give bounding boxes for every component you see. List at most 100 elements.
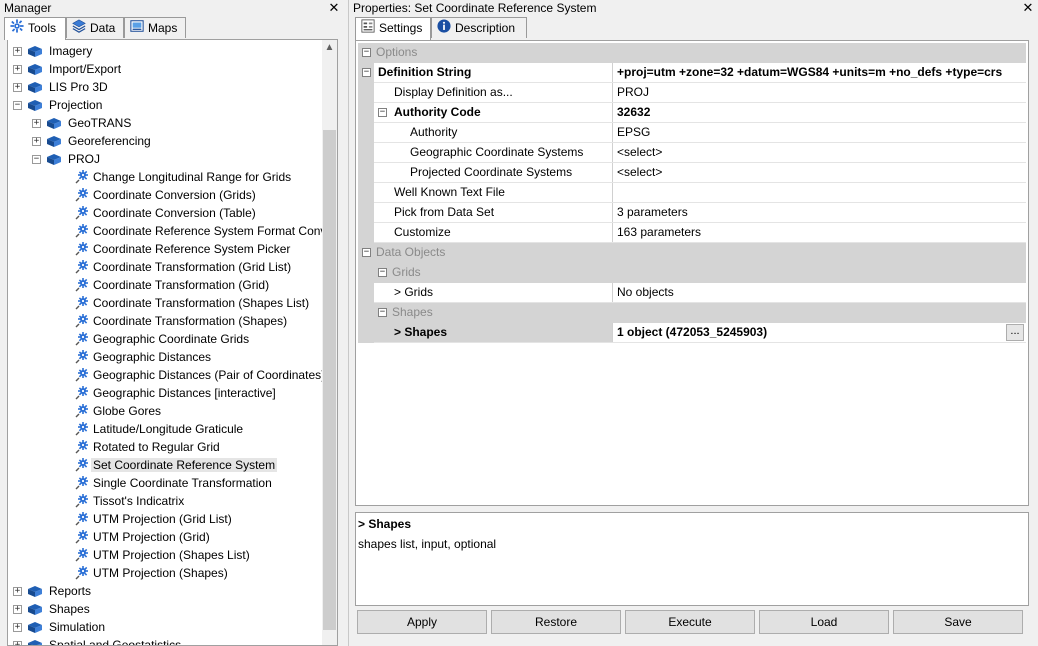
tree-item-coordinate-reference-system-picker[interactable]: Coordinate Reference System Picker bbox=[8, 240, 324, 258]
property-authority[interactable]: Authority EPSG bbox=[358, 123, 1026, 143]
tree-item-tissot-s-indicatrix[interactable]: Tissot's Indicatrix bbox=[8, 492, 324, 510]
restore-button[interactable]: Restore bbox=[491, 610, 621, 634]
property-value[interactable]: 163 parameters bbox=[612, 223, 1026, 242]
tree-item-coordinate-transformation-shapes-list[interactable]: Coordinate Transformation (Shapes List) bbox=[8, 294, 324, 312]
collapse-icon[interactable]: − bbox=[32, 155, 41, 164]
tree-item-coordinate-transformation-grid-list[interactable]: Coordinate Transformation (Grid List) bbox=[8, 258, 324, 276]
execute-button[interactable]: Execute bbox=[625, 610, 755, 634]
tree-item-coordinate-transformation-shapes[interactable]: Coordinate Transformation (Shapes) bbox=[8, 312, 324, 330]
tree-item-geographic-distances-interactive[interactable]: Geographic Distances [interactive] bbox=[8, 384, 324, 402]
expand-icon[interactable]: + bbox=[13, 587, 22, 596]
gear-icon bbox=[9, 19, 25, 39]
load-button[interactable]: Load bbox=[759, 610, 889, 634]
collapse-icon[interactable]: − bbox=[362, 68, 371, 77]
expand-icon[interactable]: + bbox=[13, 623, 22, 632]
tree-item-coordinate-transformation-grid[interactable]: Coordinate Transformation (Grid) bbox=[8, 276, 324, 294]
property-value[interactable]: PROJ bbox=[612, 83, 1026, 102]
category-data-objects[interactable]: − Data Objects bbox=[358, 243, 1026, 263]
category-options[interactable]: − Options bbox=[358, 43, 1026, 63]
collapse-icon[interactable]: − bbox=[378, 308, 387, 317]
tree-item-spatial-and-geostatistics[interactable]: + Spatial and Geostatistics bbox=[8, 636, 324, 645]
tree-item-coordinate-reference-system-format-conve[interactable]: Coordinate Reference System Format Conve bbox=[8, 222, 333, 240]
property-value[interactable]: No objects bbox=[612, 283, 1026, 302]
tree-item-rotated-to-regular-grid[interactable]: Rotated to Regular Grid bbox=[8, 438, 324, 456]
apply-button[interactable]: Apply bbox=[357, 610, 487, 634]
tree-scrollbar[interactable]: ▲ bbox=[322, 40, 337, 645]
property-value[interactable]: <select> bbox=[612, 143, 1026, 162]
properties-close-icon[interactable]: ✕ bbox=[1022, 1, 1034, 15]
property-shapes[interactable]: > Shapes 1 object (472053_5245903)... bbox=[358, 323, 1026, 343]
property-value[interactable] bbox=[612, 183, 1026, 202]
collapse-icon[interactable]: − bbox=[13, 101, 22, 110]
property-customize[interactable]: Customize 163 parameters bbox=[358, 223, 1026, 243]
expand-icon[interactable]: + bbox=[13, 605, 22, 614]
tool-tree[interactable]: + Imagery + Import/Export + LIS Pro 3D − Projec… bbox=[7, 39, 338, 646]
property-well-known-text-file[interactable]: Well Known Text File bbox=[358, 183, 1026, 203]
expand-icon[interactable]: + bbox=[13, 47, 22, 56]
property-definition-string[interactable]: − Definition String +proj=utm +zone=32 +da… bbox=[358, 63, 1026, 83]
tree-item-simulation[interactable]: + Simulation bbox=[8, 618, 324, 636]
tree-item-globe-gores[interactable]: Globe Gores bbox=[8, 402, 324, 420]
tree-item-reports[interactable]: + Reports bbox=[8, 582, 324, 600]
tree-item-utm-projection-grid-list[interactable]: UTM Projection (Grid List) bbox=[8, 510, 324, 528]
browse-button[interactable]: ... bbox=[1006, 324, 1024, 341]
property-authority-code[interactable]: − Authority Code 32632 bbox=[358, 103, 1026, 123]
tree-item-single-coordinate-transformation[interactable]: Single Coordinate Transformation bbox=[8, 474, 324, 492]
property-value[interactable]: +proj=utm +zone=32 +datum=WGS84 +units=m… bbox=[612, 63, 1026, 82]
tree-item-change-longitudinal-range-for-grids[interactable]: Change Longitudinal Range for Grids bbox=[8, 168, 324, 186]
tree-item-set-coordinate-reference-system[interactable]: Set Coordinate Reference System bbox=[8, 456, 324, 474]
property-value[interactable]: <select> bbox=[612, 163, 1026, 182]
expand-icon[interactable]: + bbox=[32, 137, 41, 146]
property-geographic-coordinate-systems[interactable]: Geographic Coordinate Systems <select> bbox=[358, 143, 1026, 163]
save-button[interactable]: Save bbox=[893, 610, 1023, 634]
tree-item-georeferencing[interactable]: + Georeferencing bbox=[8, 132, 324, 150]
tree-item-lis-pro-3d[interactable]: + LIS Pro 3D bbox=[8, 78, 324, 96]
collapse-icon[interactable]: − bbox=[362, 248, 371, 257]
property-value[interactable]: 3 parameters bbox=[612, 203, 1026, 222]
manager-title-text: Manager bbox=[4, 1, 52, 15]
property-value[interactable]: EPSG bbox=[612, 123, 1026, 142]
expand-icon[interactable]: + bbox=[13, 641, 22, 645]
property-value[interactable]: 1 object (472053_5245903) bbox=[612, 323, 1026, 342]
expand-icon[interactable]: + bbox=[13, 65, 22, 74]
tree-item-import-export[interactable]: + Import/Export bbox=[8, 60, 324, 78]
info-icon bbox=[436, 19, 452, 39]
tab-maps[interactable]: Maps bbox=[124, 17, 186, 38]
scroll-up-icon[interactable]: ▲ bbox=[322, 40, 337, 56]
tree-item-projection[interactable]: − Projection bbox=[8, 96, 324, 114]
property-projected-coordinate-systems[interactable]: Projected Coordinate Systems <select> bbox=[358, 163, 1026, 183]
tree-item-imagery[interactable]: + Imagery bbox=[8, 42, 324, 60]
property-pick-from-data-set[interactable]: Pick from Data Set 3 parameters bbox=[358, 203, 1026, 223]
expand-icon[interactable]: + bbox=[32, 119, 41, 128]
tree-item-utm-projection-grid[interactable]: UTM Projection (Grid) bbox=[8, 528, 324, 546]
tab-tools[interactable]: Tools bbox=[4, 17, 66, 40]
row-gutter bbox=[358, 263, 374, 283]
scroll-thumb[interactable] bbox=[323, 129, 336, 630]
category-shapes[interactable]: − Shapes bbox=[358, 303, 1026, 323]
tree-item-geographic-distances[interactable]: Geographic Distances bbox=[8, 348, 324, 366]
collapse-icon[interactable]: − bbox=[378, 268, 387, 277]
tree-item-utm-projection-shapes[interactable]: UTM Projection (Shapes) bbox=[8, 564, 324, 582]
tree-item-label: Coordinate Transformation (Shapes List) bbox=[93, 296, 310, 310]
tree-item-geographic-distances-pair-of-coordinates[interactable]: Geographic Distances (Pair of Coordinate… bbox=[8, 366, 325, 384]
tree-item-proj[interactable]: − PROJ bbox=[8, 150, 324, 168]
tree-item-latitude-longitude-graticule[interactable]: Latitude/Longitude Graticule bbox=[8, 420, 324, 438]
property-grid[interactable]: − Options − Definition String +proj=utm +zon… bbox=[355, 40, 1029, 506]
tree-item-coordinate-conversion-grids[interactable]: Coordinate Conversion (Grids) bbox=[8, 186, 324, 204]
tab-settings[interactable]: Settings bbox=[355, 17, 431, 40]
tree-item-shapes[interactable]: + Shapes bbox=[8, 600, 324, 618]
expand-icon[interactable]: + bbox=[13, 83, 22, 92]
collapse-icon[interactable]: − bbox=[362, 48, 371, 57]
property-display-definition-as[interactable]: Display Definition as... PROJ bbox=[358, 83, 1026, 103]
tree-item-geographic-coordinate-grids[interactable]: Geographic Coordinate Grids bbox=[8, 330, 324, 348]
tree-item-utm-projection-shapes-list[interactable]: UTM Projection (Shapes List) bbox=[8, 546, 324, 564]
category-grids[interactable]: − Grids bbox=[358, 263, 1026, 283]
tree-item-coordinate-conversion-table[interactable]: Coordinate Conversion (Table) bbox=[8, 204, 324, 222]
manager-close-icon[interactable]: ✕ bbox=[328, 1, 340, 15]
tab-data[interactable]: Data bbox=[66, 17, 124, 38]
property-value[interactable]: 32632 bbox=[612, 103, 1026, 122]
tree-item-geotrans[interactable]: + GeoTRANS bbox=[8, 114, 324, 132]
property-grids[interactable]: > Grids No objects bbox=[358, 283, 1026, 303]
collapse-icon[interactable]: − bbox=[378, 108, 387, 117]
tab-description[interactable]: Description bbox=[431, 17, 527, 38]
